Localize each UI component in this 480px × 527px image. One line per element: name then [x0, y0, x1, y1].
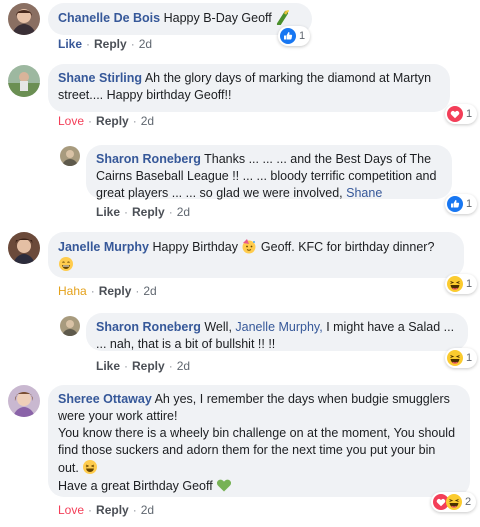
comment-text: Happy B-Day Geoff [163, 11, 272, 25]
reply-button[interactable]: Reply [94, 37, 127, 51]
haha-icon [446, 494, 462, 510]
haha-icon [447, 276, 463, 292]
reply-actions: Like · Reply · 2d [96, 359, 190, 373]
separator: · [88, 114, 93, 128]
timestamp[interactable]: 2d [139, 37, 152, 51]
like-icon [280, 28, 296, 44]
reaction-count: 1 [466, 352, 473, 364]
reply-button[interactable]: Reply [96, 114, 129, 128]
reaction-count: 1 [466, 198, 473, 210]
avatar[interactable] [8, 3, 40, 35]
reaction-summary[interactable]: 1 [445, 348, 478, 368]
reaction-count: 2 [465, 496, 472, 508]
comment-author[interactable]: Janelle Murphy [58, 240, 149, 254]
reply-button[interactable]: Reply [96, 503, 129, 517]
love-button[interactable]: Love [58, 114, 84, 128]
timestamp[interactable]: 2d [177, 359, 190, 373]
timestamp[interactable]: 2d [141, 503, 154, 517]
separator: · [132, 503, 137, 517]
reaction-summary[interactable]: 1 [278, 26, 311, 46]
comment-text-line-3: Have a great Birthday Geoff [58, 479, 213, 493]
separator: · [86, 37, 91, 51]
reply-button[interactable]: Reply [132, 359, 165, 373]
love-icon [447, 106, 463, 122]
reply-button[interactable]: Reply [132, 205, 165, 219]
reaction-summary[interactable]: 2 [431, 492, 477, 512]
grinning-emoji-icon [58, 256, 74, 272]
reply-avatar[interactable] [60, 146, 80, 166]
reply-text: Well, [204, 320, 232, 334]
comment-bubble: Janelle Murphy Happy Birthday Geoff. KFC… [48, 232, 464, 278]
reaction-count: 1 [299, 30, 306, 42]
timestamp[interactable]: 2d [177, 205, 190, 219]
reaction-summary[interactable]: 1 [445, 104, 478, 124]
separator: · [90, 284, 95, 298]
comment-text-continued: Geoff. KFC for birthday dinner? [260, 240, 435, 254]
reply-button[interactable]: Reply [99, 284, 132, 298]
separator: · [132, 114, 137, 128]
like-button[interactable]: Like [96, 359, 120, 373]
haha-icon [447, 350, 463, 366]
like-button[interactable]: Like [58, 37, 82, 51]
avatar[interactable] [8, 232, 40, 264]
reaction-count: 1 [466, 108, 473, 120]
mention-link[interactable]: Janelle Murphy, [235, 320, 322, 334]
separator: · [135, 284, 140, 298]
like-icon [447, 196, 463, 212]
party-face-emoji-icon [241, 238, 257, 254]
separator: · [130, 37, 135, 51]
reply-bubble: Sharon Roneberg Thanks ... ... ... and t… [86, 145, 452, 200]
reply-avatar[interactable] [60, 316, 80, 336]
like-button[interactable]: Like [96, 205, 120, 219]
reaction-summary[interactable]: 1 [445, 274, 478, 294]
comment-author[interactable]: Sheree Ottaway [58, 392, 152, 406]
reaction-summary[interactable]: 1 [445, 194, 478, 214]
comment-actions: Like · Reply · 2d [58, 37, 152, 51]
comment-actions: Love · Reply · 2d [58, 114, 154, 128]
reply-bubble: Sharon Roneberg Well, Janelle Murphy, I … [86, 313, 468, 351]
comment-actions: Haha · Reply · 2d [58, 284, 157, 298]
love-button[interactable]: Love [58, 503, 84, 517]
reply-author[interactable]: Sharon Roneberg [96, 320, 201, 334]
green-heart-emoji-icon [216, 477, 232, 493]
avatar[interactable] [8, 385, 40, 417]
reply-author[interactable]: Sharon Roneberg [96, 152, 201, 166]
comment-bubble: Sheree Ottaway Ah yes, I remember the da… [48, 385, 470, 497]
comment-text: Happy Birthday [152, 240, 238, 254]
comment-author[interactable]: Chanelle De Bois [58, 11, 160, 25]
timestamp[interactable]: 2d [143, 284, 156, 298]
avatar[interactable] [8, 65, 40, 97]
haha-button[interactable]: Haha [58, 284, 87, 298]
separator: · [168, 359, 173, 373]
separator: · [168, 205, 173, 219]
comment-text-line-2: You know there is a wheely bin challenge… [58, 426, 456, 475]
comment-actions: Love · Reply · 2d [58, 503, 154, 517]
comment-bubble: Chanelle De Bois Happy B-Day Geoff [48, 3, 312, 35]
separator: · [124, 359, 129, 373]
mention-link[interactable]: Shane [346, 186, 382, 200]
separator: · [88, 503, 93, 517]
separator: · [124, 205, 129, 219]
reply-actions: Like · Reply · 2d [96, 205, 190, 219]
champagne-emoji-icon [275, 9, 291, 25]
reaction-count: 1 [466, 278, 473, 290]
timestamp[interactable]: 2d [141, 114, 154, 128]
laughing-emoji-icon [82, 459, 98, 475]
comment-author[interactable]: Shane Stirling [58, 71, 142, 85]
comment-bubble: Shane Stirling Ah the glory days of mark… [48, 64, 450, 112]
